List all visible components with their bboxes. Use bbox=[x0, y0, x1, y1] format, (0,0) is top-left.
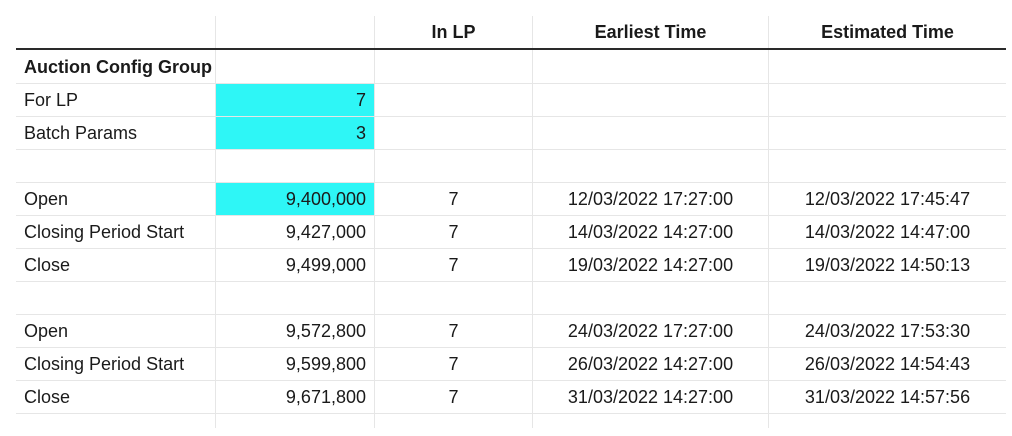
config-value-cell[interactable]: 7 bbox=[216, 84, 374, 116]
in-lp-cell[interactable]: 7 bbox=[375, 249, 532, 281]
block-value-cell[interactable]: 9,572,800 bbox=[216, 315, 374, 347]
empty-cell[interactable] bbox=[375, 84, 532, 116]
section-title[interactable]: Auction Config Group bbox=[16, 51, 1006, 83]
earliest-time-cell[interactable]: 31/03/2022 14:27:00 bbox=[533, 381, 768, 413]
estimated-time-cell[interactable]: 26/03/2022 14:54:43 bbox=[769, 348, 1006, 380]
header-cell-in-lp[interactable]: In LP bbox=[375, 16, 532, 48]
in-lp-cell[interactable]: 7 bbox=[375, 183, 532, 215]
block-value-cell[interactable]: 9,427,000 bbox=[216, 216, 374, 248]
row-label-cell[interactable]: Close bbox=[16, 381, 215, 413]
header-cell-estimated-time[interactable]: Estimated Time bbox=[769, 16, 1006, 48]
estimated-time-cell[interactable]: 12/03/2022 17:45:47 bbox=[769, 183, 1006, 215]
empty-cell[interactable] bbox=[769, 117, 1006, 149]
empty-cell[interactable] bbox=[533, 84, 768, 116]
earliest-time-cell[interactable]: 24/03/2022 17:27:00 bbox=[533, 315, 768, 347]
block-value-cell[interactable]: 9,671,800 bbox=[216, 381, 374, 413]
estimated-time-cell[interactable]: 31/03/2022 14:57:56 bbox=[769, 381, 1006, 413]
earliest-time-cell[interactable]: 12/03/2022 17:27:00 bbox=[533, 183, 768, 215]
row-label-cell[interactable]: Open bbox=[16, 315, 215, 347]
block-value-cell[interactable]: 9,499,000 bbox=[216, 249, 374, 281]
earliest-time-cell[interactable]: 19/03/2022 14:27:00 bbox=[533, 249, 768, 281]
earliest-time-cell[interactable]: 26/03/2022 14:27:00 bbox=[533, 348, 768, 380]
config-value-cell[interactable]: 3 bbox=[216, 117, 374, 149]
spreadsheet-grid: In LP Earliest Time Estimated Time Aucti… bbox=[16, 16, 1006, 428]
row-label-cell[interactable]: Open bbox=[16, 183, 215, 215]
batch2-row-open: Open 9,572,800 7 24/03/2022 17:27:00 24/… bbox=[16, 315, 1006, 348]
config-row-for-lp: For LP 7 bbox=[16, 84, 1006, 117]
block-value-cell[interactable]: 9,599,800 bbox=[216, 348, 374, 380]
header-cell-earliest-time[interactable]: Earliest Time bbox=[533, 16, 768, 48]
header-cell-value[interactable] bbox=[216, 16, 374, 48]
header-cell-label[interactable] bbox=[16, 16, 215, 48]
batch1-row-closing-period-start: Closing Period Start 9,427,000 7 14/03/2… bbox=[16, 216, 1006, 249]
config-row-batch-params: Batch Params 3 bbox=[16, 117, 1006, 150]
batch1-row-close: Close 9,499,000 7 19/03/2022 14:27:00 19… bbox=[16, 249, 1006, 282]
estimated-time-cell[interactable]: 24/03/2022 17:53:30 bbox=[769, 315, 1006, 347]
batch2-row-close: Close 9,671,800 7 31/03/2022 14:27:00 31… bbox=[16, 381, 1006, 414]
row-label-cell[interactable]: Close bbox=[16, 249, 215, 281]
in-lp-cell[interactable]: 7 bbox=[375, 216, 532, 248]
earliest-time-cell[interactable]: 14/03/2022 14:27:00 bbox=[533, 216, 768, 248]
estimated-time-cell[interactable]: 19/03/2022 14:50:13 bbox=[769, 249, 1006, 281]
row-label-cell[interactable]: Closing Period Start bbox=[16, 348, 215, 380]
empty-cell[interactable] bbox=[769, 84, 1006, 116]
empty-row bbox=[16, 282, 1006, 315]
in-lp-cell[interactable]: 7 bbox=[375, 348, 532, 380]
batch1-row-open: Open 9,400,000 7 12/03/2022 17:27:00 12/… bbox=[16, 183, 1006, 216]
empty-cell[interactable] bbox=[533, 117, 768, 149]
in-lp-cell[interactable]: 7 bbox=[375, 381, 532, 413]
header-row: In LP Earliest Time Estimated Time bbox=[16, 16, 1006, 50]
batch2-row-closing-period-start: Closing Period Start 9,599,800 7 26/03/2… bbox=[16, 348, 1006, 381]
estimated-time-cell[interactable]: 14/03/2022 14:47:00 bbox=[769, 216, 1006, 248]
empty-cell[interactable] bbox=[375, 117, 532, 149]
in-lp-cell[interactable]: 7 bbox=[375, 315, 532, 347]
row-label-cell[interactable]: Closing Period Start bbox=[16, 216, 215, 248]
section-row: Auction Config Group bbox=[16, 51, 1006, 84]
config-label-cell[interactable]: For LP bbox=[16, 84, 215, 116]
config-label-cell[interactable]: Batch Params bbox=[16, 117, 215, 149]
block-value-cell[interactable]: 9,400,000 bbox=[216, 183, 374, 215]
empty-row bbox=[16, 150, 1006, 183]
